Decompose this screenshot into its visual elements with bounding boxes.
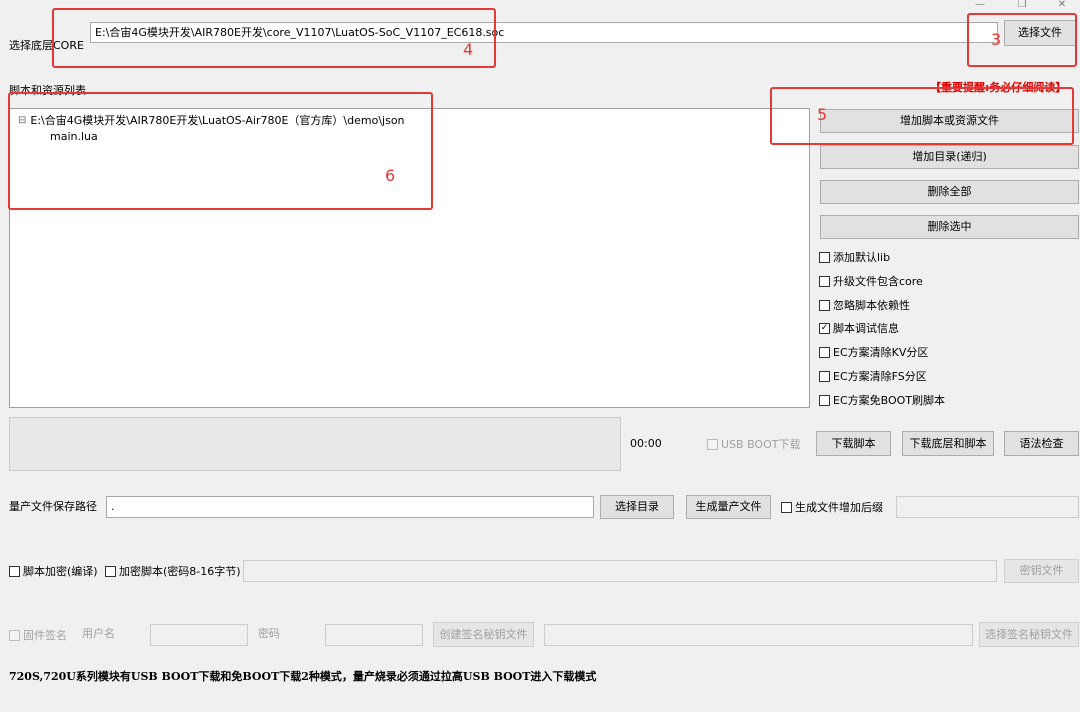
production-path-input[interactable]: .	[106, 496, 594, 518]
add-directory-button[interactable]: 增加目录(递归)	[820, 145, 1079, 169]
usb-boot-label: USB BOOT下载	[721, 438, 801, 451]
compile-label: 脚本加密(编译)	[23, 565, 98, 578]
option-label: EC方案清除KV分区	[833, 346, 929, 359]
tree-root-path[interactable]: E:\合宙4G模块开发\AIR780E开发\LuatOS-Air780E（官方库…	[30, 112, 404, 128]
firmware-sign-label: 固件签名	[23, 629, 67, 642]
firmware-sign-checkbox[interactable]: 固件签名	[9, 627, 67, 643]
option-label: 升级文件包含core	[833, 275, 923, 288]
generate-production-file-button[interactable]: 生成量产文件	[686, 495, 771, 519]
script-resource-tree[interactable]: ⊟ E:\合宙4G模块开发\AIR780E开发\LuatOS-Air780E（官…	[9, 108, 810, 408]
important-notice-link[interactable]: 【重要提醒:务必仔细阅读】	[930, 81, 1066, 95]
checkbox[interactable]	[819, 299, 830, 311]
option-clear-fs[interactable]: EC方案清除FS分区	[819, 368, 927, 384]
select-directory-button[interactable]: 选择目录	[600, 495, 674, 519]
checkbox[interactable]	[819, 251, 830, 263]
checkbox[interactable]	[781, 501, 792, 513]
create-sign-key-button[interactable]: 创建签名秘钥文件	[433, 622, 534, 647]
add-script-files-button[interactable]: 增加脚本或资源文件	[820, 109, 1079, 133]
key-file-button[interactable]: 密钥文件	[1004, 559, 1079, 583]
footer-note: 720S,720U系列模块有USB BOOT下载和免BOOT下载2种模式，量产烧…	[9, 670, 597, 683]
option-add-default-lib[interactable]: 添加默认lib	[819, 249, 890, 265]
production-path-label: 量产文件保存路径	[9, 500, 97, 513]
tree-child-item[interactable]: main.lua	[50, 130, 98, 143]
sign-password-label: 密码	[258, 627, 280, 640]
option-label: EC方案清除FS分区	[833, 370, 927, 383]
checkbox[interactable]	[819, 346, 830, 358]
option-clear-kv[interactable]: EC方案清除KV分区	[819, 344, 928, 360]
download-core-script-button[interactable]: 下载底层和脚本	[902, 431, 994, 456]
close-icon[interactable]: ✕	[1052, 0, 1072, 12]
checkbox[interactable]	[819, 275, 830, 287]
scripts-section-label: 脚本和资源列表	[9, 84, 86, 97]
download-script-button[interactable]: 下载脚本	[816, 431, 891, 456]
checkbox[interactable]	[819, 394, 830, 406]
option-label: 忽略脚本依赖性	[833, 299, 910, 312]
username-input[interactable]	[150, 624, 248, 646]
collapse-icon[interactable]: ⊟	[18, 115, 26, 126]
restore-icon[interactable]: ❐	[1012, 0, 1032, 12]
checkbox[interactable]	[9, 629, 20, 641]
usb-boot-download-checkbox[interactable]: USB BOOT下载	[707, 436, 800, 452]
select-sign-key-button[interactable]: 选择签名秘钥文件	[979, 622, 1079, 647]
suffix-checkbox[interactable]: 生成文件增加后缀	[781, 499, 883, 515]
core-label: 选择底层CORE	[9, 39, 84, 52]
encrypt-script-checkbox[interactable]: 加密脚本(密码8-16字节)	[105, 563, 241, 579]
username-label: 用户名	[82, 627, 115, 640]
sign-password-input[interactable]	[325, 624, 423, 646]
suffix-input[interactable]	[896, 496, 1079, 518]
option-label: EC方案免BOOT刷脚本	[833, 394, 946, 407]
option-debug-info[interactable]: ✓ 脚本调试信息	[819, 320, 899, 336]
checkbox[interactable]	[707, 438, 718, 450]
script-compile-checkbox[interactable]: 脚本加密(编译)	[9, 563, 98, 579]
password-input[interactable]	[243, 560, 997, 582]
delete-selected-button[interactable]: 删除选中	[820, 215, 1079, 239]
option-no-boot-flash[interactable]: EC方案免BOOT刷脚本	[819, 392, 945, 408]
annotation-number-5: 5	[817, 105, 828, 124]
delete-all-button[interactable]: 删除全部	[820, 180, 1079, 204]
progress-area	[9, 417, 621, 471]
annotation-number-4: 4	[463, 40, 474, 59]
checkbox[interactable]	[105, 565, 116, 577]
option-include-core[interactable]: 升级文件包含core	[819, 273, 923, 289]
minimize-icon[interactable]: —	[970, 0, 990, 12]
checkbox[interactable]	[819, 370, 830, 382]
timer-text: 00:00	[630, 437, 662, 450]
syntax-check-button[interactable]: 语法检查	[1004, 431, 1079, 456]
tree-root-row[interactable]: ⊟ E:\合宙4G模块开发\AIR780E开发\LuatOS-Air780E（官…	[18, 112, 405, 128]
suffix-label: 生成文件增加后缀	[795, 501, 883, 514]
option-ignore-dependency[interactable]: 忽略脚本依赖性	[819, 297, 910, 313]
option-label: 脚本调试信息	[833, 322, 899, 335]
core-path-input[interactable]: E:\合宙4G模块开发\AIR780E开发\core_V1107\LuatOS-…	[90, 22, 998, 43]
option-label: 添加默认lib	[833, 251, 891, 264]
checkbox[interactable]: ✓	[819, 322, 830, 334]
annotation-number-6: 6	[385, 166, 396, 185]
encrypt-label: 加密脚本(密码8-16字节)	[119, 565, 241, 578]
annotation-number-3: 3	[991, 30, 1002, 49]
checkbox[interactable]	[9, 565, 20, 577]
sign-key-path-input[interactable]	[544, 624, 973, 646]
select-core-file-button[interactable]: 选择文件	[1004, 20, 1076, 46]
